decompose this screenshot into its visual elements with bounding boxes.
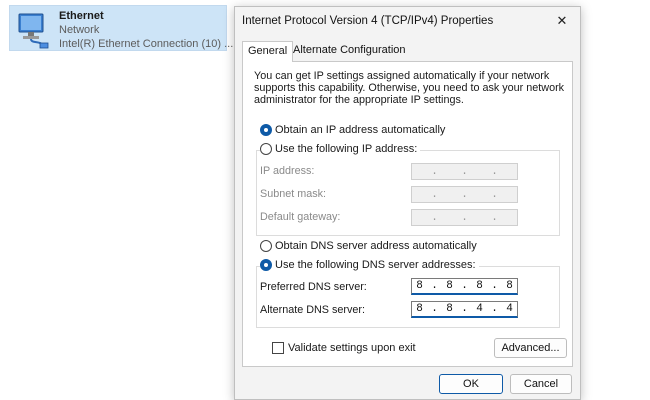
preferred-dns-field[interactable]: 8.8.8.8 [411, 278, 518, 295]
use-following-dns-option[interactable]: Use the following DNS server addresses: [260, 259, 479, 271]
general-tab-panel: You can get IP settings assigned automat… [242, 61, 573, 367]
ip-address-group: IP address: ... Subnet mask: ... Default… [256, 150, 560, 236]
alternate-dns-field[interactable]: 8.8.4.4 [411, 301, 518, 318]
validate-settings-option[interactable]: Validate settings upon exit [272, 342, 416, 354]
default-gateway-field: ... [411, 209, 518, 226]
obtain-ip-auto-radio[interactable] [260, 124, 272, 136]
intro-text: You can get IP settings assigned automat… [254, 70, 565, 106]
ip-address-label: IP address: [260, 165, 315, 177]
use-following-ip-label: Use the following IP address: [275, 143, 418, 155]
obtain-ip-auto-option[interactable]: Obtain an IP address automatically [260, 124, 449, 136]
obtain-ip-auto-label: Obtain an IP address automatically [275, 124, 446, 136]
network-connection-item[interactable]: Ethernet Network Intel(R) Ethernet Conne… [9, 5, 233, 51]
dialog-title: Internet Protocol Version 4 (TCP/IPv4) P… [242, 15, 494, 27]
obtain-dns-auto-radio[interactable] [260, 240, 272, 252]
use-following-ip-option[interactable]: Use the following IP address: [260, 143, 421, 155]
subnet-mask-field: ... [411, 186, 518, 203]
obtain-dns-auto-label: Obtain DNS server address automatically [275, 240, 477, 252]
advanced-button[interactable]: Advanced... [494, 338, 567, 358]
subnet-mask-label: Subnet mask: [260, 188, 327, 200]
validate-settings-checkbox[interactable] [272, 342, 284, 354]
connection-name: Ethernet [59, 10, 104, 22]
network-adapter-icon [13, 10, 53, 50]
preferred-dns-label: Preferred DNS server: [260, 281, 367, 293]
cancel-button[interactable]: Cancel [510, 374, 572, 394]
close-icon[interactable]: ✕ [551, 11, 573, 31]
validate-settings-label: Validate settings upon exit [288, 342, 416, 354]
connection-status: Network [59, 24, 100, 36]
connection-adapter: Intel(R) Ethernet Connection (10) ... [59, 38, 234, 50]
tab-general[interactable]: General [242, 41, 294, 62]
obtain-dns-auto-option[interactable]: Obtain DNS server address automatically [260, 240, 480, 252]
tab-alternate-configuration[interactable]: Alternate Configuration [288, 41, 411, 61]
use-following-ip-radio[interactable] [260, 143, 272, 155]
use-following-dns-label: Use the following DNS server addresses: [275, 259, 476, 271]
dns-server-group: Preferred DNS server: 8.8.8.8 Alternate … [256, 266, 560, 328]
ip-address-field: ... [411, 163, 518, 180]
use-following-dns-radio[interactable] [260, 259, 272, 271]
default-gateway-label: Default gateway: [260, 211, 341, 223]
ok-button[interactable]: OK [439, 374, 503, 394]
alternate-dns-label: Alternate DNS server: [260, 304, 366, 316]
ipv4-properties-dialog: Internet Protocol Version 4 (TCP/IPv4) P… [234, 6, 581, 400]
